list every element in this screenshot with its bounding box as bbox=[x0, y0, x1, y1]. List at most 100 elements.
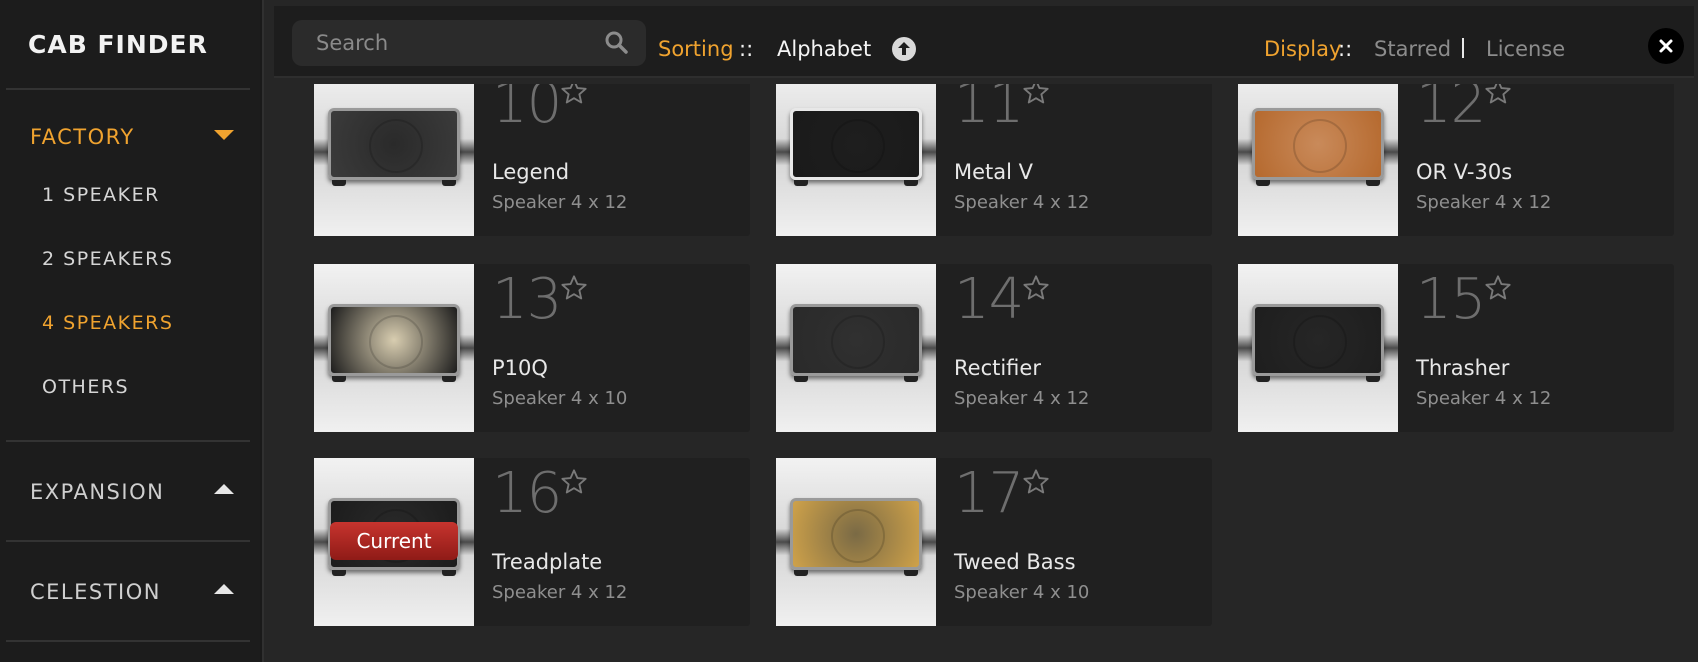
cab-number: 11 bbox=[954, 84, 1024, 136]
cab-foot bbox=[1256, 376, 1270, 382]
cab-foot bbox=[442, 180, 456, 186]
sidebar-item-2-speakers[interactable]: 2 SPEAKERS bbox=[42, 248, 173, 270]
cab-number: 14 bbox=[954, 267, 1024, 332]
cab-foot bbox=[904, 180, 918, 186]
display-separator: :: bbox=[1338, 37, 1353, 61]
sidebar-item-1-speaker[interactable]: 1 SPEAKER bbox=[42, 184, 160, 206]
cab-thumbnail bbox=[776, 84, 936, 236]
search-input[interactable] bbox=[292, 20, 646, 66]
cab-image bbox=[790, 304, 922, 376]
star-icon[interactable] bbox=[1022, 468, 1050, 496]
cab-name: Rectifier bbox=[954, 356, 1041, 380]
divider bbox=[6, 440, 250, 442]
divider bbox=[1462, 38, 1464, 58]
cab-image bbox=[328, 304, 460, 376]
divider bbox=[6, 640, 250, 642]
sorting-separator: :: bbox=[739, 37, 754, 61]
cab-number: 13 bbox=[492, 267, 562, 332]
sidebar-item-4-speakers[interactable]: 4 SPEAKERS bbox=[42, 312, 173, 334]
chevron-up-icon[interactable] bbox=[214, 584, 234, 594]
sorting-value[interactable]: Alphabet bbox=[777, 34, 871, 64]
star-icon[interactable] bbox=[560, 84, 588, 106]
cab-name: OR V-30s bbox=[1416, 160, 1513, 184]
filter-license[interactable]: License bbox=[1486, 34, 1565, 64]
app-title: CAB FINDER bbox=[28, 30, 208, 59]
cab-foot bbox=[1366, 180, 1380, 186]
star-icon[interactable] bbox=[560, 274, 588, 302]
sidebar-item-others[interactable]: OTHERS bbox=[42, 376, 129, 398]
section-factory[interactable]: FACTORY bbox=[30, 125, 135, 149]
cab-foot bbox=[1366, 376, 1380, 382]
cab-foot bbox=[442, 376, 456, 382]
cab-thumbnail bbox=[314, 264, 474, 432]
cab-thumbnail: Current bbox=[314, 458, 474, 626]
cab-card[interactable]: 14 Rectifier Speaker 4 x 12 bbox=[776, 264, 1212, 432]
cab-number: 12 bbox=[1416, 84, 1486, 136]
cab-name: P10Q bbox=[492, 356, 548, 380]
chevron-up-icon[interactable] bbox=[214, 484, 234, 494]
cab-image bbox=[328, 108, 460, 180]
cab-spec: Speaker 4 x 12 bbox=[492, 582, 628, 603]
cab-card[interactable]: 17 Tweed Bass Speaker 4 x 10 bbox=[776, 458, 1212, 626]
search-icon[interactable] bbox=[604, 30, 628, 54]
cab-image bbox=[790, 108, 922, 180]
star-icon[interactable] bbox=[560, 468, 588, 496]
star-icon[interactable] bbox=[1022, 84, 1050, 106]
cab-thumbnail bbox=[1238, 264, 1398, 432]
cab-foot bbox=[1256, 180, 1270, 186]
toolbar: Sorting :: Alphabet Display :: Starred L… bbox=[274, 6, 1694, 78]
cab-card[interactable]: 10 Legend Speaker 4 x 12 bbox=[314, 84, 750, 236]
cab-spec: Speaker 4 x 12 bbox=[954, 388, 1090, 409]
cab-card[interactable]: 15 Thrasher Speaker 4 x 12 bbox=[1238, 264, 1674, 432]
cab-name: Treadplate bbox=[492, 550, 603, 574]
cab-card[interactable]: 12 OR V-30s Speaker 4 x 12 bbox=[1238, 84, 1674, 236]
cab-spec: Speaker 4 x 12 bbox=[1416, 192, 1552, 213]
star-icon[interactable] bbox=[1022, 274, 1050, 302]
cab-foot bbox=[332, 376, 346, 382]
cab-spec: Speaker 4 x 10 bbox=[954, 582, 1090, 603]
section-celestion[interactable]: CELESTION bbox=[30, 580, 161, 604]
sidebar: CAB FINDER FACTORY 1 SPEAKER 2 SPEAKERS … bbox=[0, 0, 260, 662]
cab-foot bbox=[332, 180, 346, 186]
chevron-down-icon[interactable] bbox=[214, 130, 234, 140]
cab-image bbox=[1252, 304, 1384, 376]
cab-spec: Speaker 4 x 12 bbox=[954, 192, 1090, 213]
cab-thumbnail bbox=[314, 84, 474, 236]
cab-card[interactable]: Current 16 Treadplate Speaker 4 x 12 bbox=[314, 458, 750, 626]
cab-foot bbox=[332, 570, 346, 576]
cab-foot bbox=[794, 180, 808, 186]
cab-spec: Speaker 4 x 12 bbox=[1416, 388, 1552, 409]
cab-spec: Speaker 4 x 10 bbox=[492, 388, 628, 409]
cab-name: Legend bbox=[492, 160, 570, 184]
cab-number: 15 bbox=[1416, 267, 1486, 332]
cab-image bbox=[1252, 108, 1384, 180]
divider bbox=[6, 88, 250, 90]
cab-foot bbox=[442, 570, 456, 576]
star-icon[interactable] bbox=[1484, 274, 1512, 302]
cab-card[interactable]: 13 P10Q Speaker 4 x 10 bbox=[314, 264, 750, 432]
cab-name: Metal V bbox=[954, 160, 1034, 184]
close-button[interactable] bbox=[1648, 28, 1684, 64]
sort-ascending-icon[interactable] bbox=[892, 37, 916, 61]
cab-image bbox=[790, 498, 922, 570]
cab-thumbnail bbox=[776, 458, 936, 626]
cab-name: Tweed Bass bbox=[954, 550, 1076, 574]
cab-spec: Speaker 4 x 12 bbox=[492, 192, 628, 213]
sorting-label: Sorting bbox=[658, 37, 734, 61]
star-icon[interactable] bbox=[1484, 84, 1512, 106]
cab-card[interactable]: 11 Metal V Speaker 4 x 12 bbox=[776, 84, 1212, 236]
section-expansion[interactable]: EXPANSION bbox=[30, 480, 164, 504]
cab-foot bbox=[794, 376, 808, 382]
display-label: Display bbox=[1264, 37, 1342, 61]
cab-number: 16 bbox=[492, 461, 562, 526]
cab-foot bbox=[904, 570, 918, 576]
close-icon bbox=[1659, 39, 1673, 53]
cab-foot bbox=[904, 376, 918, 382]
cab-thumbnail bbox=[1238, 84, 1398, 236]
cab-name: Thrasher bbox=[1416, 356, 1510, 380]
current-badge: Current bbox=[330, 522, 458, 560]
cab-number: 10 bbox=[492, 84, 562, 136]
cab-grid: 10 Legend Speaker 4 x 12 11 Metal V Speaker 4… bbox=[264, 84, 1698, 662]
filter-starred[interactable]: Starred bbox=[1374, 34, 1451, 64]
cab-number: 17 bbox=[954, 461, 1024, 526]
